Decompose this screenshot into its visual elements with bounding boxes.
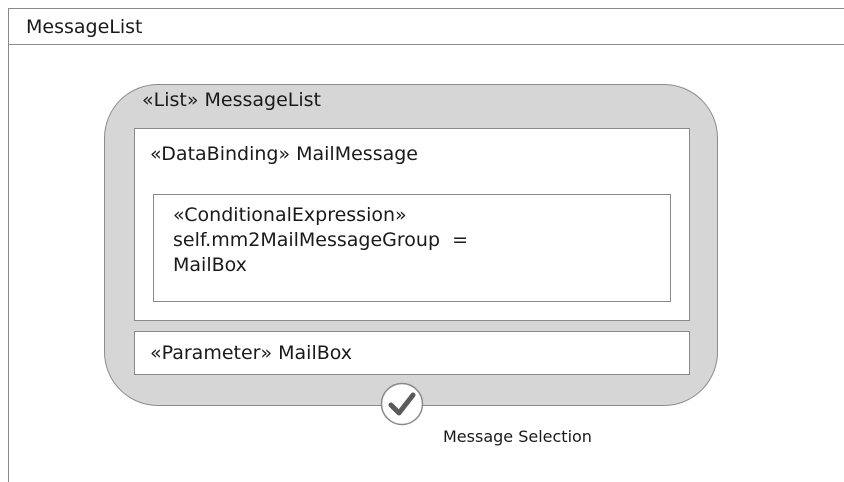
frame-title: MessageList [9, 9, 844, 45]
data-binding-box[interactable]: «DataBinding» MailMessage «ConditionalEx… [134, 128, 690, 321]
checkmark-icon[interactable] [380, 382, 424, 426]
conditional-expression-box[interactable]: «ConditionalExpression» self.mm2MailMess… [153, 194, 671, 302]
conditional-expression-text: self.mm2MailMessageGroup = [173, 229, 469, 251]
list-title: «List» MessageList [142, 89, 321, 111]
data-binding-title: «DataBinding» MailMessage [150, 143, 418, 165]
conditional-expression-stereotype: «ConditionalExpression» [173, 204, 407, 226]
parameter-box[interactable]: «Parameter» MailBox [134, 331, 690, 375]
message-selection-label: Message Selection [443, 427, 592, 446]
conditional-expression-value: MailBox [173, 254, 247, 276]
